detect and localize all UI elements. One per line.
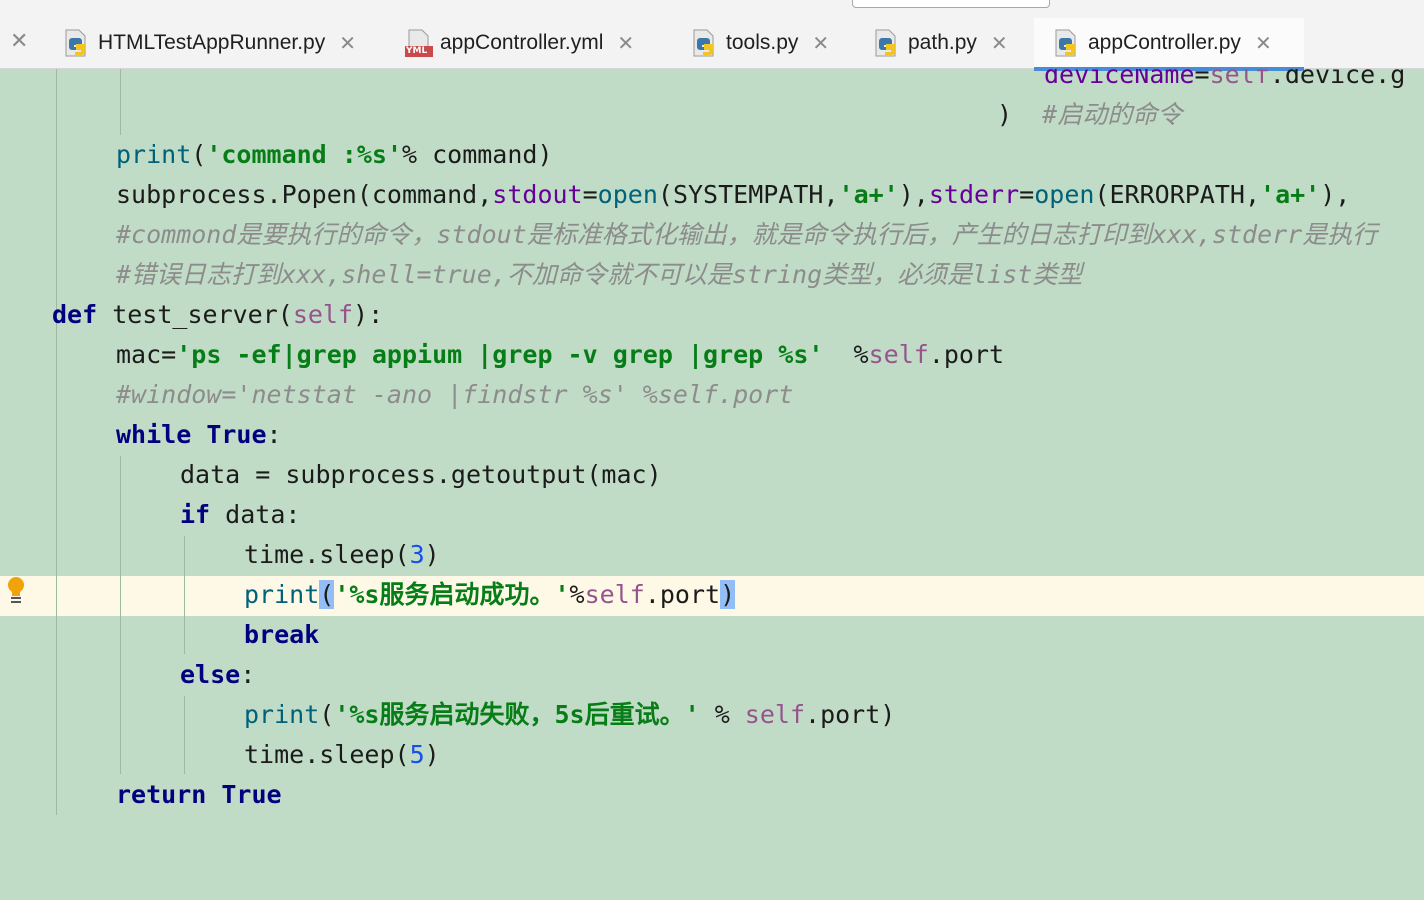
code-line: def test_server(self): [52,300,384,329]
python-file-icon [62,28,92,58]
lightbulb-icon[interactable] [5,576,27,608]
code-comment: #commond是要执行的命令，stdout是标准格式化输出，就是命令执行后，产… [116,220,1378,249]
indent-guide [120,69,121,135]
code-editor[interactable]: deviceName=self.device.g ) #启动的命令 print(… [0,69,1424,900]
code-line: break [244,620,320,649]
close-icon[interactable]: ✕ [10,30,28,54]
code-line: subprocess.Popen(command,stdout=open(SYS… [116,180,1351,209]
indent-guide [184,536,185,654]
tab-appcontroller-py[interactable]: appController.py ✕ [1034,18,1304,71]
search-field[interactable] [852,0,1050,8]
tab-htmltestapprunner[interactable]: HTMLTestAppRunner.py ✕ [62,18,356,68]
indent-guide [120,456,121,774]
yml-badge-text: YML [406,46,428,56]
python-file-icon [1052,28,1082,58]
code-line-current: print('%s服务启动成功。'%self.port) [244,580,736,609]
indent-guide [56,69,57,815]
tab-label: appController.py [1088,31,1241,54]
tab-label: appController.yml [440,31,604,54]
close-tab-icon[interactable]: ✕ [991,31,1008,55]
code-comment: #错误日志打到xxx,shell=true,不加命令就不可以是string类型，… [116,260,1083,289]
code-line: time.sleep(5) [244,740,440,769]
code-line: print('%s服务启动失败，5s后重试。' % self.port) [244,700,896,729]
code-line: if data: [180,500,301,529]
code-line: time.sleep(3) [244,540,440,569]
close-tab-icon[interactable]: ✕ [1255,31,1272,55]
editor-tab-bar: ✕ HTMLTestAppRunner.py ✕ YML appControll… [0,0,1424,71]
yml-file-icon: YML [404,28,434,58]
close-tab-icon[interactable]: ✕ [617,31,634,55]
code-line: ) #启动的命令 [997,100,1183,129]
close-tab-icon[interactable]: ✕ [812,31,829,55]
code-line: else: [180,660,256,689]
tab-path-py[interactable]: path.py ✕ [872,18,1008,68]
code-line: print('command :%s'% command) [116,140,553,169]
indent-guide [184,696,185,774]
python-file-icon [690,28,720,58]
tab-tools-py[interactable]: tools.py ✕ [690,18,829,68]
tab-label: HTMLTestAppRunner.py [98,31,326,54]
tab-label: path.py [908,31,977,54]
code-line: deviceName=self.device.g [1044,69,1406,89]
code-line: return True [116,780,282,809]
code-line: data = subprocess.getoutput(mac) [180,460,662,489]
code-line: mac='ps -ef|grep appium |grep -v grep |g… [116,340,1005,369]
python-file-icon [872,28,902,58]
close-tab-icon[interactable]: ✕ [339,31,356,55]
tab-label: tools.py [726,31,799,54]
code-comment: #window='netstat -ano |findstr %s' %self… [116,380,794,409]
code-line: while True: [116,420,282,449]
tab-appcontroller-yml[interactable]: YML appController.yml ✕ [404,18,634,68]
